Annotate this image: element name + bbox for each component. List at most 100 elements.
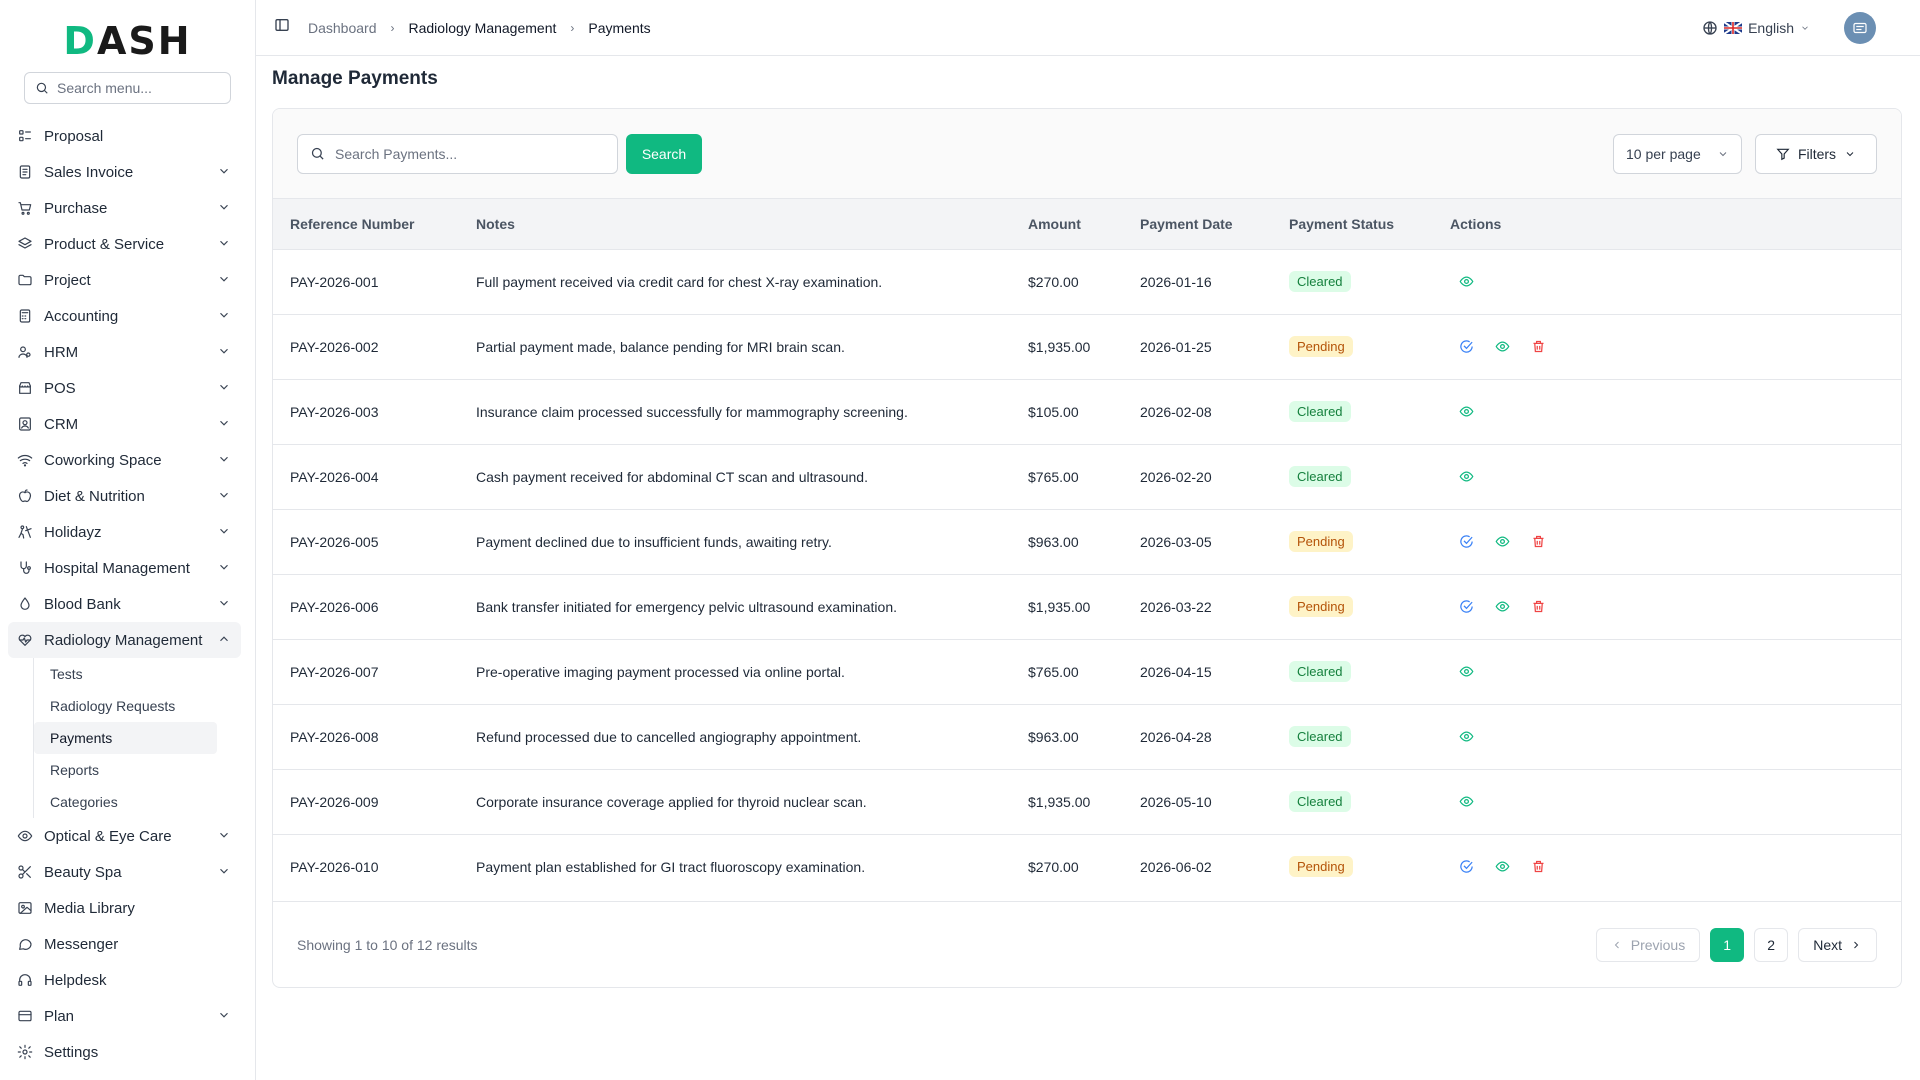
status-badge: Cleared — [1289, 791, 1351, 812]
cell-payment-status: Cleared — [1272, 248, 1433, 314]
view-icon[interactable] — [1458, 404, 1474, 420]
sidebar-item-label: Hospital Management — [44, 559, 190, 577]
cell-amount: $270.00 — [1011, 248, 1123, 314]
sidebar-item-messenger[interactable]: Messenger — [8, 926, 241, 962]
radiology-icon — [16, 631, 34, 649]
sidebar-item-label: Helpdesk — [44, 971, 107, 989]
submenu-item-reports[interactable]: Reports — [34, 754, 217, 786]
breadcrumb-dashboard[interactable]: Dashboard — [308, 20, 377, 36]
cell-notes: Pre-operative imaging payment processed … — [459, 638, 1011, 704]
store-icon — [16, 379, 34, 397]
view-icon[interactable] — [1458, 469, 1474, 485]
sidebar-item-project[interactable]: Project — [8, 262, 241, 298]
pagination: Previous 1 2 Next — [1595, 927, 1877, 962]
cell-reference: PAY-2026-001 — [273, 248, 459, 314]
cart-icon — [16, 199, 34, 217]
submenu-item-tests[interactable]: Tests — [34, 658, 217, 690]
cell-payment-status: Pending — [1272, 508, 1433, 574]
approve-icon[interactable] — [1458, 599, 1474, 615]
breadcrumb-radiology[interactable]: Radiology Management — [409, 20, 557, 36]
sidebar-item-proposal[interactable]: Proposal — [8, 118, 241, 154]
payments-search-input[interactable]: Search Payments... — [297, 133, 618, 174]
approve-icon[interactable] — [1458, 534, 1474, 550]
topbar: Dashboard › Radiology Management › Payme… — [256, 0, 1920, 56]
chevron-right-icon: › — [390, 20, 395, 35]
sidebar-toggle-icon[interactable] — [274, 17, 290, 38]
sidebar-item-hospital-management[interactable]: Hospital Management — [8, 550, 241, 586]
wifi-icon — [16, 451, 34, 469]
approve-icon[interactable] — [1458, 859, 1474, 875]
sidebar-item-optical-and-eye-care[interactable]: Optical & Eye Care — [8, 818, 241, 854]
view-icon[interactable] — [1494, 534, 1510, 550]
sidebar-item-accounting[interactable]: Accounting — [8, 298, 241, 334]
table-row: PAY-2026-001 Full payment received via c… — [273, 248, 1901, 314]
view-icon[interactable] — [1458, 794, 1474, 810]
delete-icon[interactable] — [1530, 859, 1546, 875]
avatar[interactable] — [1844, 11, 1876, 44]
sidebar-search-input[interactable]: Search menu... — [24, 72, 231, 104]
cell-payment-status: Cleared — [1272, 703, 1433, 769]
submenu-item-payments[interactable]: Payments — [34, 722, 217, 754]
delete-icon[interactable] — [1530, 534, 1546, 550]
view-icon[interactable] — [1494, 859, 1510, 875]
previous-page-button[interactable]: Previous — [1595, 927, 1701, 962]
sidebar-item-plan[interactable]: Plan — [8, 998, 241, 1034]
payments-card: Search Payments... Search 10 per page Fi… — [272, 108, 1902, 988]
sidebar-item-product-and-service[interactable]: Product & Service — [8, 226, 241, 262]
sidebar-item-media-library[interactable]: Media Library — [8, 890, 241, 926]
cell-actions — [1433, 638, 1901, 704]
search-button[interactable]: Search — [626, 133, 702, 174]
filters-button[interactable]: Filters — [1755, 133, 1877, 174]
sidebar-item-purchase[interactable]: Purchase — [8, 190, 241, 226]
view-icon[interactable] — [1494, 599, 1510, 615]
approve-icon[interactable] — [1458, 339, 1474, 355]
submenu-item-radiology-requests[interactable]: Radiology Requests — [34, 690, 217, 722]
delete-icon[interactable] — [1530, 599, 1546, 615]
cell-amount: $1,935.00 — [1011, 573, 1123, 639]
page-1-button[interactable]: 1 — [1710, 927, 1745, 962]
sidebar-item-hrm[interactable]: HRM — [8, 334, 241, 370]
view-icon[interactable] — [1458, 729, 1474, 745]
language-selector[interactable]: English — [1702, 20, 1810, 36]
stethoscope-icon — [16, 559, 34, 577]
sidebar-item-pos[interactable]: POS — [8, 370, 241, 406]
sidebar-item-helpdesk[interactable]: Helpdesk — [8, 962, 241, 998]
cell-reference: PAY-2026-003 — [273, 378, 459, 444]
chevron-up-icon — [217, 632, 233, 648]
sidebar-item-crm[interactable]: CRM — [8, 406, 241, 442]
sidebar-item-blood-bank[interactable]: Blood Bank — [8, 586, 241, 622]
cell-reference: PAY-2026-008 — [273, 703, 459, 769]
per-page-select[interactable]: 10 per page — [1613, 133, 1742, 174]
headset-icon — [16, 971, 34, 989]
cell-actions — [1433, 443, 1901, 509]
cell-reference: PAY-2026-004 — [273, 443, 459, 509]
sidebar-item-coworking-space[interactable]: Coworking Space — [8, 442, 241, 478]
sidebar-item-beauty-spa[interactable]: Beauty Spa — [8, 854, 241, 890]
sidebar-item-label: Media Library — [44, 899, 135, 917]
column-header-actions: Actions — [1450, 215, 1502, 232]
view-icon[interactable] — [1494, 339, 1510, 355]
status-badge: Pending — [1289, 596, 1353, 617]
cell-payment-status: Pending — [1272, 833, 1433, 899]
dash-logo[interactable]: D ASH — [0, 0, 255, 82]
table-row: PAY-2026-005 Payment declined due to ins… — [273, 508, 1901, 574]
submenu-item-categories[interactable]: Categories — [34, 786, 217, 818]
chevron-down-icon — [1719, 151, 1727, 156]
sidebar-item-sales-invoice[interactable]: Sales Invoice — [8, 154, 241, 190]
sidebar-item-settings[interactable]: Settings — [8, 1034, 241, 1070]
cell-payment-date: 2026-04-15 — [1123, 638, 1272, 704]
delete-icon[interactable] — [1530, 339, 1546, 355]
cell-amount: $765.00 — [1011, 638, 1123, 704]
next-page-button[interactable]: Next — [1798, 927, 1877, 962]
view-icon[interactable] — [1458, 274, 1474, 290]
table-row: PAY-2026-009 Corporate insurance coverag… — [273, 768, 1901, 834]
view-icon[interactable] — [1458, 664, 1474, 680]
table-row: PAY-2026-008 Refund processed due to can… — [273, 703, 1901, 769]
sidebar-item-radiology-management[interactable]: Radiology Management — [8, 622, 241, 658]
sidebar-item-holidayz[interactable]: Holidayz — [8, 514, 241, 550]
chevron-down-icon — [217, 596, 233, 612]
cell-notes: Refund processed due to cancelled angiog… — [459, 703, 1011, 769]
cell-notes: Payment plan established for GI tract fl… — [459, 833, 1011, 899]
page-2-button[interactable]: 2 — [1754, 927, 1789, 962]
sidebar-item-diet-and-nutrition[interactable]: Diet & Nutrition — [8, 478, 241, 514]
